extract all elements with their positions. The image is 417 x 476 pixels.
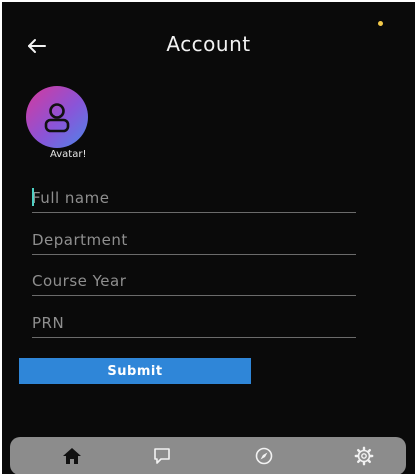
department-input[interactable] [32, 226, 356, 254]
bottom-nav [10, 437, 406, 474]
department-field[interactable] [32, 226, 356, 255]
avatar-label: Avatar! [50, 149, 87, 160]
course-year-field[interactable] [32, 267, 356, 296]
app-screen: Account Avatar! Submit [2, 2, 415, 474]
home-icon[interactable] [62, 446, 82, 466]
text-cursor [32, 188, 34, 206]
page-title: Account [166, 32, 251, 56]
prn-input[interactable] [32, 309, 356, 337]
prn-field[interactable] [32, 309, 356, 338]
gear-icon[interactable] [354, 446, 374, 466]
submit-button[interactable]: Submit [19, 358, 251, 384]
course-year-input[interactable] [32, 267, 356, 295]
full-name-field[interactable] [32, 184, 356, 213]
chat-icon[interactable] [152, 446, 172, 466]
avatar[interactable] [26, 86, 88, 148]
status-indicator-dot [378, 21, 383, 26]
user-icon [44, 103, 70, 133]
full-name-input[interactable] [32, 184, 356, 212]
compass-icon[interactable] [254, 446, 274, 466]
